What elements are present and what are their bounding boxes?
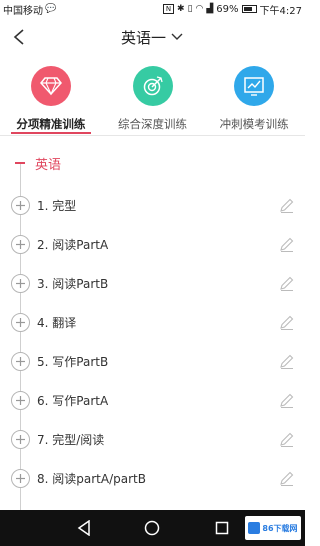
tab-label: 冲刺模考训练 xyxy=(219,117,289,131)
tree-item[interactable]: 3. 阅读PartB xyxy=(0,264,305,303)
tree-item[interactable]: 7. 完型/阅读 xyxy=(0,420,305,459)
section-label: 英语 xyxy=(35,157,62,173)
vibrate-icon: ▯ xyxy=(187,4,193,14)
nav-recents-button[interactable] xyxy=(212,518,232,538)
nav-home-button[interactable] xyxy=(142,518,162,538)
pencil-icon[interactable] xyxy=(278,314,295,331)
active-tab-indicator xyxy=(10,132,91,134)
battery-icon xyxy=(241,5,257,13)
expand-plus-icon[interactable] xyxy=(11,469,30,488)
tree-item-label: 3. 阅读PartB xyxy=(37,277,109,291)
watermark-logo: 86下载网 xyxy=(245,516,301,540)
tree-item[interactable]: 6. 写作PartA xyxy=(0,381,305,420)
training-tabs: 分项精准训练 综合深度训练 冲刺模考训练 xyxy=(0,58,305,134)
tree-item-label: 5. 写作PartB xyxy=(37,355,109,369)
carrier-label: 中国移动 xyxy=(3,5,43,17)
status-bar: 中国移动 💬 N ✱ ▯ ◠ ▟ 69% 下午4:27 xyxy=(0,0,305,18)
watermark-icon xyxy=(248,522,261,534)
tree-item-label: 7. 完型/阅读 xyxy=(37,433,105,447)
diamond-icon xyxy=(39,77,62,96)
clock: 下午4:27 xyxy=(259,5,302,17)
pencil-icon[interactable] xyxy=(278,275,295,292)
expand-plus-icon[interactable] xyxy=(11,274,30,293)
signal-icon: ▟ xyxy=(206,4,214,14)
bluetooth-icon: ✱ xyxy=(177,4,185,14)
section-header-english[interactable]: 英语 xyxy=(0,148,61,178)
chevron-down-icon xyxy=(171,33,183,40)
watermark-text: 86下载网 xyxy=(262,523,298,533)
header: 英语一 xyxy=(0,18,305,56)
circle-home-icon xyxy=(144,520,160,536)
battery-percent: 69% xyxy=(216,3,239,15)
pencil-icon[interactable] xyxy=(278,353,295,370)
chapter-tree: 英语 1. 完型 2. 阅读PartA 3. 阅读PartB 4. 翻译 5. … xyxy=(0,140,305,514)
tree-item-label: 1. 完型 xyxy=(37,199,77,213)
pencil-icon[interactable] xyxy=(278,197,295,214)
square-recents-icon xyxy=(215,521,229,535)
expand-plus-icon[interactable] xyxy=(11,313,30,332)
tab-label: 综合深度训练 xyxy=(118,117,187,131)
tab-mock-exam-training[interactable]: 冲刺模考训练 xyxy=(203,58,305,134)
collapse-minus-icon xyxy=(15,162,25,164)
tree-item[interactable]: 1. 完型 xyxy=(0,186,305,225)
tree-item[interactable]: 8. 阅读partA/partB xyxy=(0,459,305,498)
page-title: 英语一 xyxy=(120,28,166,47)
tab-label: 分项精准训练 xyxy=(16,117,86,131)
tree-item-label: 2. 阅读PartA xyxy=(37,238,109,252)
tree-item[interactable]: 2. 阅读PartA xyxy=(0,225,305,264)
target-icon xyxy=(143,76,163,96)
tree-item[interactable]: 5. 写作PartB xyxy=(0,342,305,381)
pencil-icon[interactable] xyxy=(278,236,295,253)
divider xyxy=(0,135,305,136)
pencil-icon[interactable] xyxy=(278,392,295,409)
pencil-icon[interactable] xyxy=(278,431,295,448)
system-nav-bar: 86下载网 xyxy=(0,510,305,546)
tree-item-label: 4. 翻译 xyxy=(37,316,77,330)
pencil-icon[interactable] xyxy=(278,470,295,487)
tab-icon-bg xyxy=(30,66,71,106)
triangle-back-icon xyxy=(77,520,90,536)
tab-icon-bg xyxy=(132,66,173,106)
subject-selector[interactable]: 英语一 xyxy=(121,27,184,48)
message-icon: 💬 xyxy=(45,4,57,14)
tab-icon-bg xyxy=(234,66,275,106)
wifi-icon: ◠ xyxy=(195,4,204,14)
expand-plus-icon[interactable] xyxy=(11,430,30,449)
expand-plus-icon[interactable] xyxy=(11,196,30,215)
expand-plus-icon[interactable] xyxy=(11,391,30,410)
tab-precision-training[interactable]: 分项精准训练 xyxy=(0,58,102,134)
tree-item[interactable]: 4. 翻译 xyxy=(0,303,305,342)
expand-plus-icon[interactable] xyxy=(11,352,30,371)
chevron-left-icon xyxy=(13,29,24,45)
tree-item-label: 6. 写作PartA xyxy=(37,394,109,408)
chart-icon xyxy=(244,77,264,96)
nav-back-button[interactable] xyxy=(74,518,94,538)
tab-comprehensive-training[interactable]: 综合深度训练 xyxy=(102,58,204,134)
nfc-icon: N xyxy=(163,4,175,14)
tree-item-label: 8. 阅读partA/partB xyxy=(37,472,146,486)
back-button[interactable] xyxy=(8,26,30,48)
expand-plus-icon[interactable] xyxy=(11,235,30,254)
